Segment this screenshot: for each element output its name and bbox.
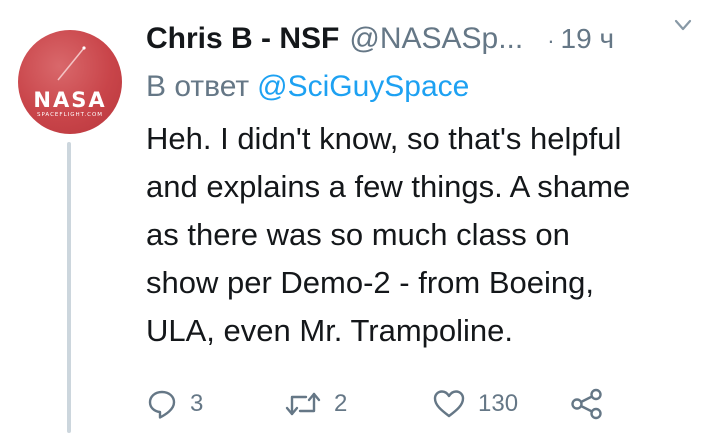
retweet-count: 2 (334, 390, 348, 417)
reply-icon (146, 388, 178, 420)
tweet-text: Heh. I didn't know, so that's helpful an… (146, 115, 696, 355)
like-button[interactable]: 130 (432, 388, 518, 420)
tweet-text-line: show per Demo-2 - from Boeing, (146, 265, 594, 300)
separator-dot: · (547, 28, 555, 53)
avatar-logo: NASA (33, 88, 107, 112)
avatar-subtitle: SPACEFLIGHT.COM (36, 112, 104, 118)
thread-line (67, 142, 71, 433)
tweet-text-line: and explains a few things. A shame (146, 169, 631, 204)
reply-prefix: В ответ (146, 70, 250, 103)
retweet-button[interactable]: 2 (284, 388, 347, 420)
like-count: 130 (478, 390, 519, 417)
share-button[interactable] (570, 388, 604, 420)
reply-button[interactable]: 3 (146, 388, 203, 420)
tweet-text-line: Heh. I didn't know, so that's helpful (146, 121, 622, 156)
reply-mention-link[interactable]: @SciGuySpace (257, 70, 469, 103)
avatar[interactable]: NASA SPACEFLIGHT.COM (18, 30, 122, 134)
tweet-text-line: as there was so much class on (146, 217, 570, 252)
action-bar: 3 2 130 (146, 388, 616, 428)
heart-icon (432, 388, 466, 420)
user-handle[interactable]: @NASASp... (349, 22, 523, 56)
chevron-down-icon[interactable] (672, 14, 694, 41)
timestamp[interactable]: 19 ч (561, 23, 615, 55)
tweet-header: Chris B - NSF @NASASp... · 19 ч (146, 22, 694, 62)
rocket-launch-graphic (57, 46, 86, 81)
reply-context: В ответ @SciGuySpace (146, 70, 469, 104)
display-name[interactable]: Chris B - NSF (146, 22, 339, 56)
tweet-text-line: ULA, even Mr. Trampoline. (146, 313, 513, 348)
share-icon (570, 388, 604, 420)
retweet-icon (284, 388, 322, 420)
reply-count: 3 (190, 390, 204, 417)
